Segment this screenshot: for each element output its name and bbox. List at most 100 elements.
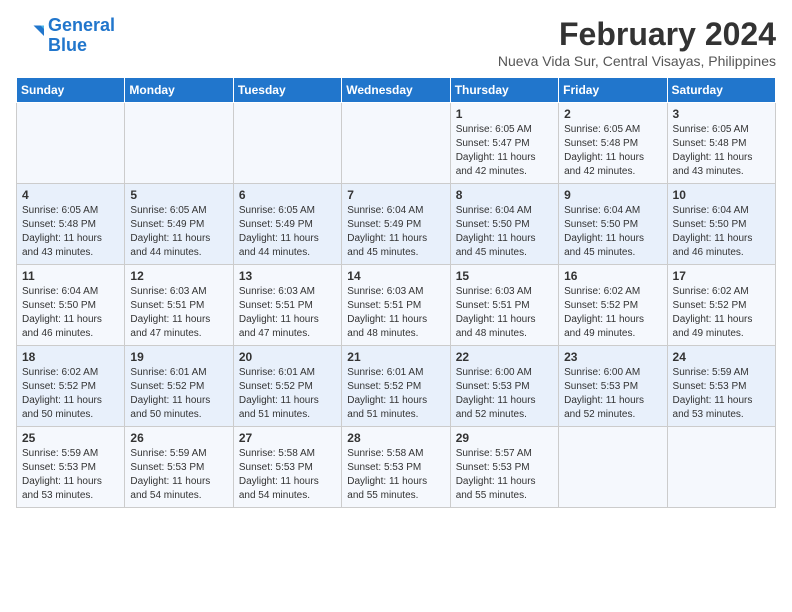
- calendar-cell: [667, 427, 775, 508]
- calendar-cell: 5 Sunrise: 6:05 AM Sunset: 5:49 PM Daylig…: [125, 184, 233, 265]
- day-info: Sunrise: 6:03 AM Sunset: 5:51 PM Dayligh…: [130, 285, 227, 341]
- calendar-cell: 8 Sunrise: 6:04 AM Sunset: 5:50 PM Daylig…: [450, 184, 558, 265]
- day-info: Sunrise: 5:57 AM Sunset: 5:53 PM Dayligh…: [456, 447, 553, 503]
- title-block: February 2024 Nueva Vida Sur, Central Vi…: [498, 16, 776, 69]
- calendar-cell: 24Sunrise: 5:59 AM Sunset: 5:53 PM Dayli…: [667, 346, 775, 427]
- day-number: 14: [347, 269, 444, 283]
- day-info: Sunrise: 6:03 AM Sunset: 5:51 PM Dayligh…: [239, 285, 336, 341]
- day-number: 7: [347, 188, 444, 202]
- calendar-header-row: SundayMondayTuesdayWednesdayThursdayFrid…: [17, 78, 776, 103]
- header-tuesday: Tuesday: [233, 78, 341, 103]
- calendar-cell: 29 Sunrise: 5:57 AM Sunset: 5:53 PM Dayli…: [450, 427, 558, 508]
- day-number: 11: [22, 269, 119, 283]
- day-number: 17: [673, 269, 770, 283]
- calendar-cell: 10 Sunrise: 6:04 AM Sunset: 5:50 PM Dayli…: [667, 184, 775, 265]
- day-info: Sunrise: 6:01 AM Sunset: 5:52 PM Dayligh…: [239, 366, 336, 422]
- day-number: 13: [239, 269, 336, 283]
- calendar-cell: [17, 103, 125, 184]
- day-number: 24: [673, 350, 770, 364]
- day-info: Sunrise: 6:04 AM Sunset: 5:50 PM Dayligh…: [22, 285, 119, 341]
- day-info: Sunrise: 5:59 AM Sunset: 5:53 PM Dayligh…: [22, 447, 119, 503]
- day-number: 27: [239, 431, 336, 445]
- day-info: Sunrise: 5:58 AM Sunset: 5:53 PM Dayligh…: [347, 447, 444, 503]
- calendar-cell: 12 Sunrise: 6:03 AM Sunset: 5:51 PM Dayli…: [125, 265, 233, 346]
- day-info: Sunrise: 6:01 AM Sunset: 5:52 PM Dayligh…: [130, 366, 227, 422]
- calendar-week-4: 25 Sunrise: 5:59 AM Sunset: 5:53 PM Dayli…: [17, 427, 776, 508]
- day-info: Sunrise: 6:05 AM Sunset: 5:48 PM Dayligh…: [673, 123, 770, 179]
- day-number: 4: [22, 188, 119, 202]
- calendar-cell: 1 Sunrise: 6:05 AM Sunset: 5:47 PM Daylig…: [450, 103, 558, 184]
- calendar-cell: 7 Sunrise: 6:04 AM Sunset: 5:49 PM Daylig…: [342, 184, 450, 265]
- day-number: 20: [239, 350, 336, 364]
- header-friday: Friday: [559, 78, 667, 103]
- day-number: 15: [456, 269, 553, 283]
- day-number: 9: [564, 188, 661, 202]
- day-info: Sunrise: 6:02 AM Sunset: 5:52 PM Dayligh…: [564, 285, 661, 341]
- header-wednesday: Wednesday: [342, 78, 450, 103]
- day-number: 6: [239, 188, 336, 202]
- calendar-week-0: 1 Sunrise: 6:05 AM Sunset: 5:47 PM Daylig…: [17, 103, 776, 184]
- header-thursday: Thursday: [450, 78, 558, 103]
- day-number: 29: [456, 431, 553, 445]
- header-saturday: Saturday: [667, 78, 775, 103]
- calendar-cell: 16 Sunrise: 6:02 AM Sunset: 5:52 PM Dayli…: [559, 265, 667, 346]
- calendar-cell: 15 Sunrise: 6:03 AM Sunset: 5:51 PM Dayli…: [450, 265, 558, 346]
- day-number: 23: [564, 350, 661, 364]
- day-number: 22: [456, 350, 553, 364]
- day-number: 5: [130, 188, 227, 202]
- day-number: 1: [456, 107, 553, 121]
- calendar-cell: 9 Sunrise: 6:04 AM Sunset: 5:50 PM Daylig…: [559, 184, 667, 265]
- day-info: Sunrise: 6:04 AM Sunset: 5:50 PM Dayligh…: [564, 204, 661, 260]
- day-number: 12: [130, 269, 227, 283]
- header-sunday: Sunday: [17, 78, 125, 103]
- day-info: Sunrise: 6:05 AM Sunset: 5:49 PM Dayligh…: [130, 204, 227, 260]
- calendar-cell: 19Sunrise: 6:01 AM Sunset: 5:52 PM Dayli…: [125, 346, 233, 427]
- day-number: 8: [456, 188, 553, 202]
- logo-text: General Blue: [48, 16, 115, 56]
- page-header: General Blue February 2024 Nueva Vida Su…: [16, 16, 776, 69]
- calendar-cell: 2 Sunrise: 6:05 AM Sunset: 5:48 PM Daylig…: [559, 103, 667, 184]
- calendar-cell: 3 Sunrise: 6:05 AM Sunset: 5:48 PM Daylig…: [667, 103, 775, 184]
- calendar-cell: 28Sunrise: 5:58 AM Sunset: 5:53 PM Dayli…: [342, 427, 450, 508]
- day-info: Sunrise: 6:02 AM Sunset: 5:52 PM Dayligh…: [22, 366, 119, 422]
- day-number: 2: [564, 107, 661, 121]
- calendar-cell: 22 Sunrise: 6:00 AM Sunset: 5:53 PM Dayli…: [450, 346, 558, 427]
- day-info: Sunrise: 6:03 AM Sunset: 5:51 PM Dayligh…: [456, 285, 553, 341]
- day-info: Sunrise: 6:04 AM Sunset: 5:49 PM Dayligh…: [347, 204, 444, 260]
- calendar-cell: [342, 103, 450, 184]
- calendar-cell: 4Sunrise: 6:05 AM Sunset: 5:48 PM Daylig…: [17, 184, 125, 265]
- location: Nueva Vida Sur, Central Visayas, Philipp…: [498, 53, 776, 69]
- day-info: Sunrise: 6:05 AM Sunset: 5:49 PM Dayligh…: [239, 204, 336, 260]
- calendar-cell: 6 Sunrise: 6:05 AM Sunset: 5:49 PM Daylig…: [233, 184, 341, 265]
- day-info: Sunrise: 6:04 AM Sunset: 5:50 PM Dayligh…: [673, 204, 770, 260]
- day-info: Sunrise: 6:04 AM Sunset: 5:50 PM Dayligh…: [456, 204, 553, 260]
- calendar-cell: 14 Sunrise: 6:03 AM Sunset: 5:51 PM Dayli…: [342, 265, 450, 346]
- day-info: Sunrise: 6:05 AM Sunset: 5:48 PM Dayligh…: [564, 123, 661, 179]
- calendar-cell: [559, 427, 667, 508]
- day-number: 18: [22, 350, 119, 364]
- month-year: February 2024: [498, 16, 776, 53]
- day-number: 21: [347, 350, 444, 364]
- calendar-cell: 26 Sunrise: 5:59 AM Sunset: 5:53 PM Dayli…: [125, 427, 233, 508]
- day-info: Sunrise: 6:05 AM Sunset: 5:47 PM Dayligh…: [456, 123, 553, 179]
- day-number: 16: [564, 269, 661, 283]
- calendar-cell: 23Sunrise: 6:00 AM Sunset: 5:53 PM Dayli…: [559, 346, 667, 427]
- day-number: 10: [673, 188, 770, 202]
- day-info: Sunrise: 5:59 AM Sunset: 5:53 PM Dayligh…: [130, 447, 227, 503]
- calendar-cell: 11 Sunrise: 6:04 AM Sunset: 5:50 PM Dayli…: [17, 265, 125, 346]
- day-number: 25: [22, 431, 119, 445]
- day-number: 3: [673, 107, 770, 121]
- header-monday: Monday: [125, 78, 233, 103]
- calendar-cell: 25 Sunrise: 5:59 AM Sunset: 5:53 PM Dayli…: [17, 427, 125, 508]
- logo: General Blue: [16, 16, 115, 56]
- calendar-week-2: 11 Sunrise: 6:04 AM Sunset: 5:50 PM Dayli…: [17, 265, 776, 346]
- day-number: 26: [130, 431, 227, 445]
- calendar-cell: 13 Sunrise: 6:03 AM Sunset: 5:51 PM Dayli…: [233, 265, 341, 346]
- calendar-table: SundayMondayTuesdayWednesdayThursdayFrid…: [16, 77, 776, 508]
- day-info: Sunrise: 6:00 AM Sunset: 5:53 PM Dayligh…: [456, 366, 553, 422]
- day-info: Sunrise: 6:03 AM Sunset: 5:51 PM Dayligh…: [347, 285, 444, 341]
- logo-icon: [16, 22, 44, 50]
- day-info: Sunrise: 6:02 AM Sunset: 5:52 PM Dayligh…: [673, 285, 770, 341]
- calendar-cell: 18 Sunrise: 6:02 AM Sunset: 5:52 PM Dayli…: [17, 346, 125, 427]
- calendar-cell: 17 Sunrise: 6:02 AM Sunset: 5:52 PM Dayli…: [667, 265, 775, 346]
